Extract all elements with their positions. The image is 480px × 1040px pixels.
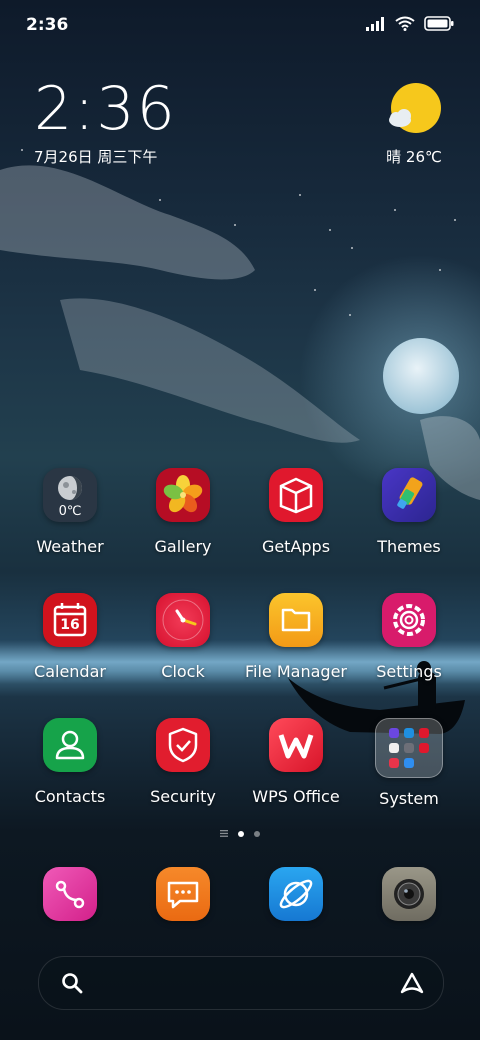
app-file-manager[interactable]: File Manager <box>240 593 352 681</box>
app-getapps[interactable]: GetApps <box>240 468 352 556</box>
system-folder-icon <box>375 718 443 778</box>
app-clock[interactable]: Clock <box>127 593 239 681</box>
wps-icon <box>269 718 323 772</box>
calendar-day: 16 <box>60 617 80 633</box>
weather-icon: 0℃ <box>43 468 97 522</box>
page-dot-2[interactable] <box>254 830 260 837</box>
clock-icon <box>156 593 210 647</box>
app-settings[interactable]: Settings <box>353 593 465 681</box>
app-label: Gallery <box>154 537 212 556</box>
app-label: Contacts <box>34 787 106 806</box>
sun-cloud-icon <box>389 83 441 133</box>
menu-lines-icon <box>220 830 228 837</box>
wifi-icon <box>395 16 415 31</box>
app-label: Settings <box>376 662 442 681</box>
status-time: 2:36 <box>26 15 69 35</box>
folder-icon <box>269 593 323 647</box>
clock-widget[interactable]: 2:36 7月26日 周三下午 <box>34 78 177 167</box>
app-contacts[interactable]: Contacts <box>14 718 126 806</box>
app-wps-office[interactable]: WPS Office <box>240 718 352 806</box>
getapps-icon <box>269 468 323 522</box>
dock-browser[interactable] <box>240 867 352 921</box>
dock-messages[interactable] <box>127 867 239 921</box>
app-label: Calendar <box>34 662 106 681</box>
app-system-folder[interactable]: System <box>353 718 465 808</box>
app-label: System <box>379 789 439 808</box>
gallery-icon <box>156 468 210 522</box>
signal-icon <box>366 16 384 31</box>
app-label: Themes <box>377 537 441 556</box>
search-bar[interactable] <box>38 956 444 1010</box>
status-bar: 2:36 <box>0 0 480 50</box>
camera-icon <box>382 867 436 921</box>
dock-camera[interactable] <box>353 867 465 921</box>
app-gallery[interactable]: Gallery <box>127 468 239 556</box>
widget-time: 2:36 <box>34 74 177 144</box>
app-themes[interactable]: Themes <box>353 468 465 556</box>
calendar-icon: 16 <box>43 593 97 647</box>
security-icon <box>156 718 210 772</box>
phone-icon <box>43 867 97 921</box>
messages-icon <box>156 867 210 921</box>
app-label: WPS Office <box>252 787 340 806</box>
page-dot-1[interactable] <box>238 830 244 837</box>
assistant-icon[interactable] <box>399 971 425 995</box>
dock-phone[interactable] <box>14 867 126 921</box>
page-indicator[interactable] <box>0 830 480 837</box>
app-calendar[interactable]: 16 Calendar <box>14 593 126 681</box>
themes-icon <box>382 468 436 522</box>
app-label: GetApps <box>261 537 331 556</box>
settings-icon <box>382 593 436 647</box>
app-label: File Manager <box>245 662 347 681</box>
app-label: Clock <box>161 662 205 681</box>
browser-icon <box>269 867 323 921</box>
search-icon <box>62 973 83 994</box>
contacts-icon <box>43 718 97 772</box>
app-security[interactable]: Security <box>127 718 239 806</box>
app-weather[interactable]: 0℃ Weather <box>14 468 126 556</box>
weather-icon-temp: 0℃ <box>58 504 82 519</box>
widget-date: 7月26日 周三下午 <box>34 148 158 166</box>
weather-text: 晴 26℃ <box>386 148 442 166</box>
weather-widget[interactable]: 晴 26℃ <box>384 82 444 167</box>
status-icons <box>366 16 454 31</box>
battery-icon <box>424 16 454 31</box>
app-label: Weather <box>36 537 104 556</box>
app-label: Security <box>150 787 216 806</box>
